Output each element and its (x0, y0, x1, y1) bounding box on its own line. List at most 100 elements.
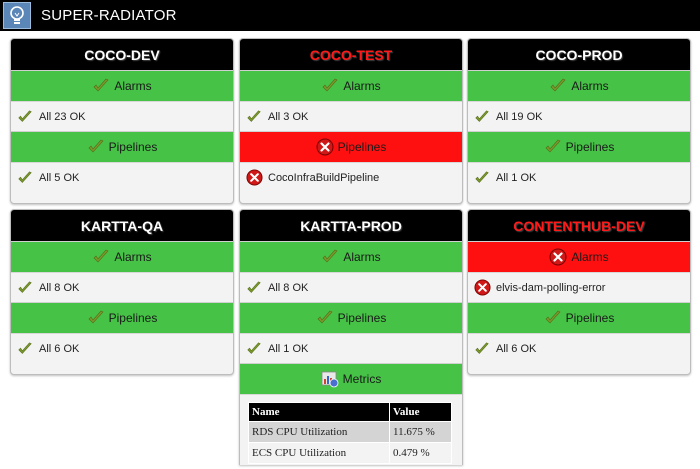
card-contenthub-dev: CONTENTHUB-DEV Alarms elvis-dam-polling-… (467, 209, 691, 375)
pipelines-status: All 6 OK (11, 333, 233, 363)
card-title: COCO-PROD (468, 39, 690, 70)
table-header-value: Value (389, 402, 452, 422)
checkmark-icon (321, 248, 339, 266)
alarms-status-text: All 3 OK (268, 110, 309, 123)
alarms-status-text: elvis-dam-polling-error (496, 281, 606, 294)
alarms-section[interactable]: Alarms (468, 241, 690, 272)
pipelines-section[interactable]: Pipelines (468, 131, 690, 162)
pipelines-section[interactable]: Pipelines (11, 302, 233, 333)
pipelines-status: All 5 OK (11, 162, 233, 192)
alarms-section[interactable]: Alarms (240, 70, 462, 101)
alarms-status-text: All 19 OK (496, 110, 543, 123)
card-kartta-prod: KARTTA-PROD Alarms All 8 OK Pipelines Al… (239, 209, 463, 465)
alarms-status: All 8 OK (240, 272, 462, 302)
pipelines-status: All 1 OK (240, 333, 462, 363)
table-header-name: Name (248, 402, 390, 422)
pipelines-status-text: All 6 OK (39, 342, 80, 355)
pipelines-status-text: CocoInfraBuildPipeline (268, 171, 380, 184)
checkmark-icon (87, 309, 105, 327)
card-coco-test: COCO-TEST Alarms All 3 OK Pipelines Coco… (239, 38, 463, 204)
card-title: COCO-DEV (11, 39, 233, 70)
top-bar: SUPER-RADIATOR (0, 0, 700, 31)
error-icon (473, 279, 491, 297)
error-icon (316, 138, 334, 156)
alarms-label: Alarms (114, 79, 152, 93)
alarms-status: All 8 OK (11, 272, 233, 302)
pipelines-label: Pipelines (565, 140, 615, 154)
card-title: CONTENTHUB-DEV (468, 210, 690, 241)
alarms-label: Alarms (343, 79, 381, 93)
card-kartta-qa: KARTTA-QA Alarms All 8 OK Pipelines All … (10, 209, 234, 375)
card-coco-prod: COCO-PROD Alarms All 19 OK Pipelines All… (467, 38, 691, 204)
alarms-status: elvis-dam-polling-error (468, 272, 690, 302)
checkmark-icon (245, 279, 263, 297)
checkmark-icon (16, 279, 34, 297)
pipelines-section[interactable]: Pipelines (240, 131, 462, 162)
checkmark-icon (245, 340, 263, 358)
pipelines-status-text: All 1 OK (268, 342, 309, 355)
alarms-section[interactable]: Alarms (11, 70, 233, 101)
table-row: RDS CPU Utilization 11.675 % (248, 421, 452, 443)
pipelines-status: CocoInfraBuildPipeline (240, 162, 462, 192)
checkmark-icon (245, 108, 263, 126)
pipelines-status-text: All 5 OK (39, 171, 80, 184)
alarms-status: All 23 OK (11, 101, 233, 131)
checkmark-icon (473, 340, 491, 358)
pipelines-label: Pipelines (108, 311, 158, 325)
metric-name: ECS CPU Utilization (248, 442, 390, 464)
metric-value: 11.675 % (389, 421, 452, 443)
checkmark-icon (16, 340, 34, 358)
checkmark-icon (473, 169, 491, 187)
pipelines-label: Pipelines (108, 140, 158, 154)
checkmark-icon (473, 108, 491, 126)
pipelines-status: All 6 OK (468, 333, 690, 363)
checkmark-icon (92, 248, 110, 266)
alarms-section[interactable]: Alarms (11, 241, 233, 272)
pipelines-status: All 1 OK (468, 162, 690, 192)
metrics-chart-icon (321, 370, 339, 388)
checkmark-icon (16, 169, 34, 187)
checkmark-icon (92, 77, 110, 95)
metrics-table: Name Value RDS CPU Utilization 11.675 % … (248, 402, 452, 464)
metrics-label: Metrics (342, 372, 382, 386)
metric-name: RDS CPU Utilization (248, 421, 390, 443)
alarms-section[interactable]: Alarms (468, 70, 690, 101)
error-icon (549, 248, 567, 266)
alarms-label: Alarms (571, 250, 609, 264)
alarms-status-text: All 23 OK (39, 110, 86, 123)
checkmark-icon (549, 77, 567, 95)
metrics-section[interactable]: Metrics (240, 363, 462, 394)
card-title: KARTTA-QA (11, 210, 233, 241)
alarms-label: Alarms (343, 250, 381, 264)
alarms-status: All 3 OK (240, 101, 462, 131)
checkmark-icon (544, 138, 562, 156)
metric-value: 0.479 % (389, 442, 452, 464)
pipelines-section[interactable]: Pipelines (468, 302, 690, 333)
alarms-label: Alarms (114, 250, 152, 264)
pipelines-label: Pipelines (337, 311, 387, 325)
lightbulb-icon (3, 2, 31, 29)
checkmark-icon (544, 309, 562, 327)
card-coco-dev: COCO-DEV Alarms All 23 OK Pipelines All … (10, 38, 234, 204)
metrics-panel: Name Value RDS CPU Utilization 11.675 % … (240, 394, 462, 465)
card-title: KARTTA-PROD (240, 210, 462, 241)
alarms-status-text: All 8 OK (268, 281, 309, 294)
alarms-label: Alarms (571, 79, 609, 93)
checkmark-icon (321, 77, 339, 95)
pipelines-section[interactable]: Pipelines (11, 131, 233, 162)
alarms-status: All 19 OK (468, 101, 690, 131)
pipelines-section[interactable]: Pipelines (240, 302, 462, 333)
pipelines-label: Pipelines (337, 140, 387, 154)
pipelines-label: Pipelines (565, 311, 615, 325)
alarms-section[interactable]: Alarms (240, 241, 462, 272)
error-icon (245, 169, 263, 187)
card-title: COCO-TEST (240, 39, 462, 70)
checkmark-icon (87, 138, 105, 156)
pipelines-status-text: All 6 OK (496, 342, 537, 355)
checkmark-icon (16, 108, 34, 126)
app-title: SUPER-RADIATOR (41, 7, 177, 24)
pipelines-status-text: All 1 OK (496, 171, 537, 184)
table-row: ECS CPU Utilization 0.479 % (248, 442, 452, 464)
checkmark-icon (316, 309, 334, 327)
alarms-status-text: All 8 OK (39, 281, 80, 294)
